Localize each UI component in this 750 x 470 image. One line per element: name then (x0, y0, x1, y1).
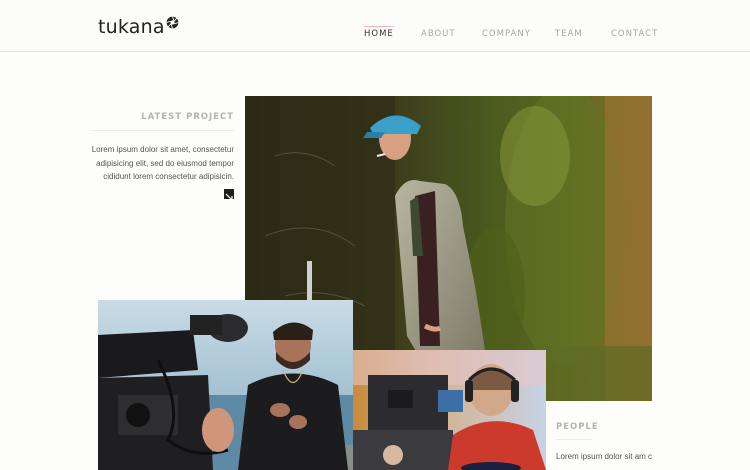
camera-photo-art (98, 300, 353, 470)
latest-project-panel: LATEST PROJECT Lorem ipsum dolor sit ame… (90, 112, 234, 201)
camera-operator-headphones-photo[interactable] (353, 350, 546, 470)
nav-home-label: HOME (364, 29, 394, 39)
arrow-glyph (225, 193, 233, 201)
arrow-diagonal-icon[interactable] (224, 189, 234, 201)
people-panel: PEOPLE Lorem ipsum dolor sit am consecte… (556, 422, 652, 464)
nav-about-label: ABOUT (421, 29, 456, 39)
nav-team[interactable]: TEAM (555, 29, 583, 39)
people-heading: PEOPLE (556, 422, 598, 440)
people-description: Lorem ipsum dolor sit am consectetur adi… (556, 452, 652, 461)
logo[interactable]: tukana (98, 16, 179, 38)
aperture-icon (166, 16, 179, 29)
nav-company-label: COMPANY (482, 29, 531, 39)
logo-text: tukana (98, 16, 165, 38)
active-indicator (364, 26, 394, 27)
latest-project-description: Lorem ipsum dolor sit amet, consectetur … (91, 145, 234, 181)
nav-company[interactable]: COMPANY (482, 29, 531, 39)
nav-contact-label: CONTACT (611, 29, 659, 39)
latest-project-heading: LATEST PROJECT (90, 112, 234, 131)
nav-home[interactable]: HOME (364, 26, 394, 39)
video-camera-interview-photo[interactable] (98, 300, 353, 470)
nav-about[interactable]: ABOUT (421, 29, 456, 39)
site-header: tukana HOME ABOUT COMPANY TEAM CONTACT (0, 0, 750, 52)
nav-contact[interactable]: CONTACT (611, 29, 658, 39)
studio-photo-art (353, 350, 546, 470)
nav-team-label: TEAM (555, 29, 583, 39)
